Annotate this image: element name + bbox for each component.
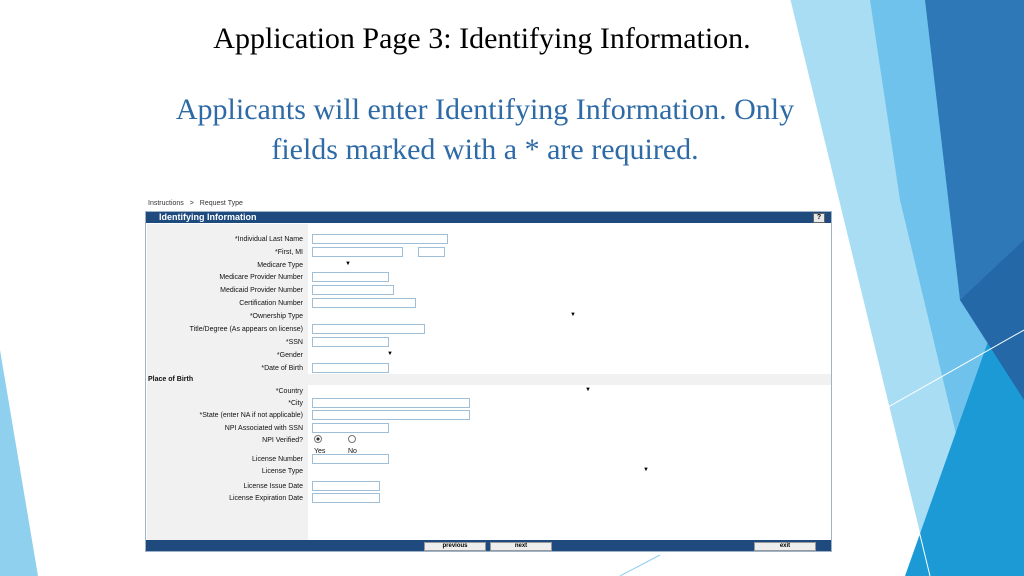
gender-select[interactable]: ▼: [312, 350, 397, 359]
breadcrumb-separator: >: [189, 200, 194, 207]
license-type-label: License Type: [261, 468, 303, 475]
gender-label: *Gender: [276, 352, 303, 359]
medicare-type-label: Medicare Type: [257, 262, 303, 269]
ownership-type-label: *Ownership Type: [249, 313, 303, 320]
npi-verified-label: NPI Verified?: [262, 437, 303, 444]
identifying-information-form: Identifying Information ? *Individual La…: [145, 211, 832, 552]
chevron-down-icon: ▼: [643, 467, 649, 473]
slide-subtitle: Applicants will enter Identifying Inform…: [100, 90, 870, 170]
ssn-input[interactable]: [312, 337, 389, 347]
left-corner-triangle: [0, 350, 38, 576]
chevron-down-icon: ▼: [570, 312, 576, 318]
form-header: Identifying Information ?: [146, 212, 831, 223]
last-name-input[interactable]: [312, 234, 448, 244]
license-expiration-input[interactable]: [312, 493, 380, 503]
subtitle-line: Applicants will enter Identifying Inform…: [175, 93, 795, 126]
medicaid-provider-label: Medicaid Provider Number: [220, 287, 303, 294]
breadcrumb-request-type[interactable]: Request Type: [200, 200, 243, 207]
license-number-label: License Number: [252, 456, 303, 463]
subtitle-line: fields marked with a * are required.: [271, 133, 699, 166]
chevron-down-icon: ▼: [345, 261, 351, 267]
license-expiration-label: License Expiration Date: [229, 495, 303, 502]
title-degree-label: Title/Degree (As appears on license): [189, 326, 303, 333]
license-issue-input[interactable]: [312, 481, 380, 491]
city-label: *City: [288, 400, 303, 407]
country-select[interactable]: ▼: [312, 386, 595, 395]
ssn-label: *SSN: [285, 339, 303, 346]
radio-unselected-icon: [348, 435, 356, 443]
country-label: *Country: [275, 388, 303, 395]
first-name-input[interactable]: [312, 247, 403, 257]
dob-input[interactable]: [312, 363, 389, 373]
help-button[interactable]: ?: [813, 213, 825, 223]
slide-title: Application Page 3: Identifying Informat…: [213, 22, 751, 55]
city-input[interactable]: [312, 398, 470, 408]
place-of-birth-band: [147, 374, 831, 385]
radio-selected-icon: [314, 435, 322, 443]
last-name-label: *Individual Last Name: [234, 236, 303, 243]
first-mi-label: *First, MI: [275, 249, 303, 256]
medicare-provider-input[interactable]: [312, 272, 389, 282]
breadcrumb: Instructions > Request Type: [148, 200, 243, 207]
state-input[interactable]: [312, 410, 470, 420]
title-degree-input[interactable]: [312, 324, 425, 334]
middle-initial-input[interactable]: [418, 247, 445, 257]
form-footer: previous next exit: [146, 540, 831, 551]
deco-line: [619, 554, 661, 576]
dob-label: *Date of Birth: [261, 365, 303, 372]
license-number-input[interactable]: [312, 454, 389, 464]
license-type-select[interactable]: ▼: [312, 466, 653, 475]
medicare-provider-label: Medicare Provider Number: [219, 274, 303, 281]
medicare-type-select[interactable]: ▼: [312, 260, 355, 269]
ownership-type-select[interactable]: ▼: [312, 311, 580, 320]
npi-ssn-label: NPI Associated with SSN: [224, 425, 303, 432]
state-label: *State (enter NA if not applicable): [199, 412, 303, 419]
chevron-down-icon: ▼: [387, 351, 393, 357]
medicaid-provider-input[interactable]: [312, 285, 394, 295]
exit-button[interactable]: exit: [754, 542, 816, 551]
chevron-down-icon: ▼: [585, 387, 591, 393]
license-issue-label: License Issue Date: [243, 483, 303, 490]
breadcrumb-instructions[interactable]: Instructions: [148, 200, 184, 207]
certification-input[interactable]: [312, 298, 416, 308]
place-of-birth-heading: Place of Birth: [148, 376, 194, 383]
form-header-title: Identifying Information: [159, 212, 257, 222]
previous-button[interactable]: previous: [424, 542, 486, 551]
certification-label: Certification Number: [239, 300, 303, 307]
npi-ssn-input[interactable]: [312, 423, 389, 433]
next-button[interactable]: next: [490, 542, 552, 551]
